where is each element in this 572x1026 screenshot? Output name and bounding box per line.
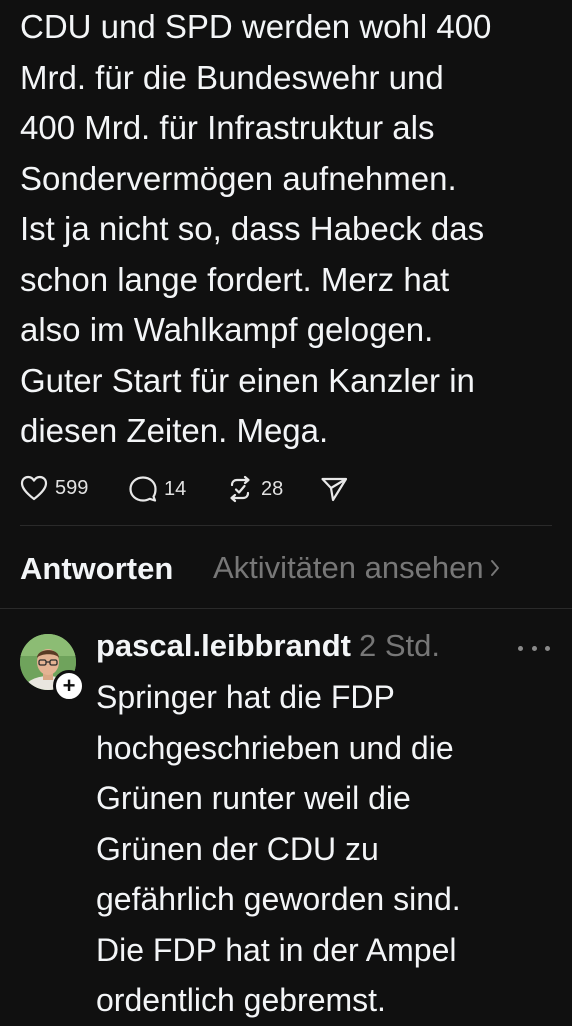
- tab-replies[interactable]: Antworten: [20, 551, 173, 587]
- reply-button[interactable]: 14: [129, 475, 186, 503]
- follow-button[interactable]: +: [53, 670, 85, 702]
- reply-username[interactable]: pascal.leibbrandt: [96, 628, 351, 664]
- post-text: CDU und SPD werden wohl 400 Mrd. für die…: [20, 8, 492, 449]
- heart-icon: [20, 475, 48, 501]
- comment-icon: [129, 476, 157, 502]
- chevron-right-icon: [490, 560, 499, 576]
- repost-button[interactable]: 28: [226, 475, 283, 503]
- repost-icon: [230, 475, 250, 503]
- plus-icon: +: [62, 672, 76, 698]
- more-options-icon[interactable]: [518, 638, 550, 658]
- reply-timestamp: 2 Std.: [358, 628, 440, 663]
- repost-count: 28: [261, 477, 284, 500]
- like-count: 599: [55, 476, 89, 499]
- reply-count: 14: [164, 477, 187, 500]
- reply-header: pascal.leibbrandt 2 Std.: [96, 628, 440, 672]
- divider: [0, 608, 572, 609]
- send-icon: [321, 477, 348, 502]
- like-button[interactable]: 599: [20, 475, 88, 501]
- share-button[interactable]: [320, 476, 348, 502]
- view-activity-link[interactable]: Aktivitäten ansehen: [213, 550, 500, 586]
- view-activity-label: Aktivitäten ansehen: [213, 550, 484, 585]
- reply-text: Springer hat die FDP hochgeschrieben und…: [96, 679, 461, 1018]
- replies-tab-row: Antworten Aktivitäten ansehen: [20, 546, 552, 592]
- divider: [20, 525, 552, 526]
